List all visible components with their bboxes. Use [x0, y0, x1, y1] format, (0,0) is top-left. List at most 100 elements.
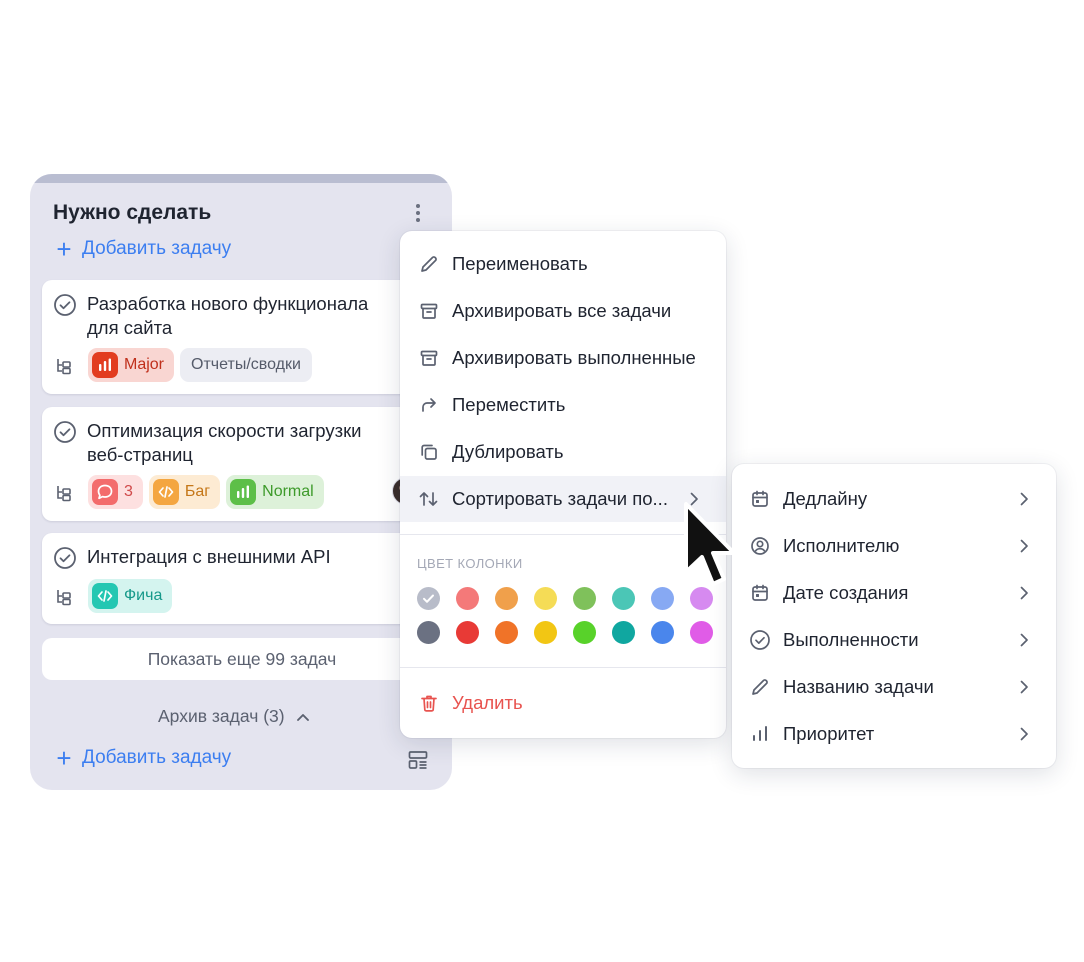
column-color-bar [30, 174, 452, 183]
code-icon [152, 479, 179, 505]
color-swatch[interactable] [612, 621, 635, 644]
chevron-up-icon [296, 713, 309, 721]
color-swatch[interactable] [495, 621, 518, 644]
calendar-icon [749, 488, 771, 510]
comment-icon [92, 479, 118, 505]
color-swatch[interactable] [612, 587, 635, 610]
column-context-menu: Переименовать Архивировать все задачи Ар… [400, 231, 726, 738]
archive-label: Архив задач (3) [158, 706, 285, 726]
check-circle-icon[interactable] [53, 546, 77, 570]
sort-option-label: Названию задачи [783, 676, 934, 697]
chevron-right-icon [1020, 492, 1028, 506]
type-tag[interactable]: Баг [148, 475, 221, 509]
menu-divider [400, 667, 726, 668]
color-swatch[interactable] [417, 587, 440, 610]
color-swatch[interactable] [690, 621, 713, 644]
priority-tag[interactable]: Normal [226, 475, 324, 509]
column-color-caption: ЦВЕТ КОЛОНКИ [417, 556, 523, 571]
color-swatch[interactable] [456, 587, 479, 610]
menu-item-label: Переместить [452, 394, 566, 415]
check-circle-icon[interactable] [53, 293, 77, 317]
archive-icon [418, 347, 440, 369]
menu-divider [400, 534, 726, 535]
add-task-bottom-button[interactable]: + Добавить задачу [54, 743, 232, 773]
tag-label: 3 [124, 483, 133, 500]
mouse-pointer-icon [684, 502, 736, 586]
task-card[interactable]: Интеграция с внешними API Фича [42, 533, 442, 624]
show-more-button[interactable]: Показать еще 99 задач [42, 638, 442, 680]
tag-label: Фича [124, 587, 163, 604]
task-tags: 3 Баг Normal [88, 475, 324, 509]
sort-option-label: Дате создания [783, 582, 909, 603]
chevron-right-icon [1020, 727, 1028, 741]
menu-item-sort[interactable]: Сортировать задачи по... [400, 476, 726, 522]
priority-tag[interactable]: Major [88, 348, 175, 382]
menu-item-label: Дублировать [452, 441, 564, 462]
archive-toggle[interactable]: Архив задач (3) [158, 706, 311, 727]
sort-option-label: Исполнителю [783, 535, 900, 556]
color-swatch[interactable] [495, 587, 518, 610]
pencil-icon [418, 253, 440, 275]
column-menu-button[interactable] [408, 202, 428, 224]
subtasks-icon[interactable] [54, 356, 74, 376]
task-title: Разработка нового функционала для сайта [87, 293, 369, 338]
check-circle-icon [749, 629, 771, 651]
menu-item-label: Архивировать выполненные [452, 347, 696, 368]
task-card[interactable]: Разработка нового функционала для сайта … [42, 280, 442, 394]
color-swatch[interactable] [573, 587, 596, 610]
code-icon [92, 583, 118, 609]
subtasks-icon[interactable] [54, 483, 74, 503]
tag-label: Normal [262, 483, 314, 500]
sort-option-label: Выполненности [783, 629, 919, 650]
category-tag[interactable]: Отчеты/сводки [180, 348, 312, 382]
sort-by-created-date[interactable]: Дате создания [732, 570, 1056, 616]
task-card[interactable]: Оптимизация скорости загрузки веб-страни… [42, 407, 442, 521]
menu-item-archive-done[interactable]: Архивировать выполненные [400, 335, 726, 381]
column-title: Нужно сделать [53, 201, 212, 224]
menu-item-label: Удалить [452, 692, 523, 713]
sort-by-assignee[interactable]: Исполнителю [732, 523, 1056, 569]
user-circle-icon [749, 535, 771, 557]
check-icon [423, 594, 434, 603]
add-task-label: Добавить задачу [82, 238, 232, 259]
color-swatch[interactable] [651, 587, 674, 610]
sort-by-deadline[interactable]: Дедлайну [732, 476, 1056, 522]
color-swatch[interactable] [534, 587, 557, 610]
color-swatch[interactable] [456, 621, 479, 644]
duplicate-icon [418, 441, 440, 463]
calendar-icon [749, 582, 771, 604]
menu-item-label: Переименовать [452, 253, 588, 274]
subtasks-icon[interactable] [54, 587, 74, 607]
menu-item-rename[interactable]: Переименовать [400, 241, 726, 287]
task-title: Оптимизация скорости загрузки веб-страни… [87, 420, 362, 465]
bar-chart-icon [230, 479, 257, 505]
sort-by-task-name[interactable]: Названию задачи [732, 664, 1056, 710]
color-swatch[interactable] [417, 621, 440, 644]
plus-icon: + [56, 743, 72, 773]
kanban-column: Нужно сделать + Добавить задачу Разработ… [30, 174, 452, 790]
menu-item-duplicate[interactable]: Дублировать [400, 429, 726, 475]
move-arrow-icon [418, 394, 440, 416]
menu-item-archive-all[interactable]: Архивировать все задачи [400, 288, 726, 334]
menu-item-move[interactable]: Переместить [400, 382, 726, 428]
bar-chart-icon [749, 723, 771, 745]
color-swatch-row-dark [417, 621, 713, 644]
trash-icon [418, 692, 440, 714]
color-swatch[interactable] [651, 621, 674, 644]
sort-submenu: Дедлайну Исполнителю Дате создания Выпол… [732, 464, 1056, 768]
menu-item-delete[interactable]: Удалить [400, 680, 726, 726]
comments-tag[interactable]: 3 [88, 475, 143, 509]
type-tag[interactable]: Фича [88, 579, 173, 613]
color-swatch[interactable] [534, 621, 557, 644]
sort-by-completion[interactable]: Выполненности [732, 617, 1056, 663]
sort-option-label: Приоритет [783, 723, 875, 744]
task-title: Интеграция с внешними API [87, 546, 331, 567]
template-icon[interactable] [407, 749, 429, 771]
color-swatch[interactable] [573, 621, 596, 644]
sort-by-priority[interactable]: Приоритет [732, 711, 1056, 757]
check-circle-icon[interactable] [53, 420, 77, 444]
add-task-label: Добавить задачу [82, 747, 232, 768]
bar-chart-icon [92, 352, 118, 378]
chevron-right-icon [1020, 680, 1028, 694]
add-task-button[interactable]: + Добавить задачу [54, 236, 232, 262]
